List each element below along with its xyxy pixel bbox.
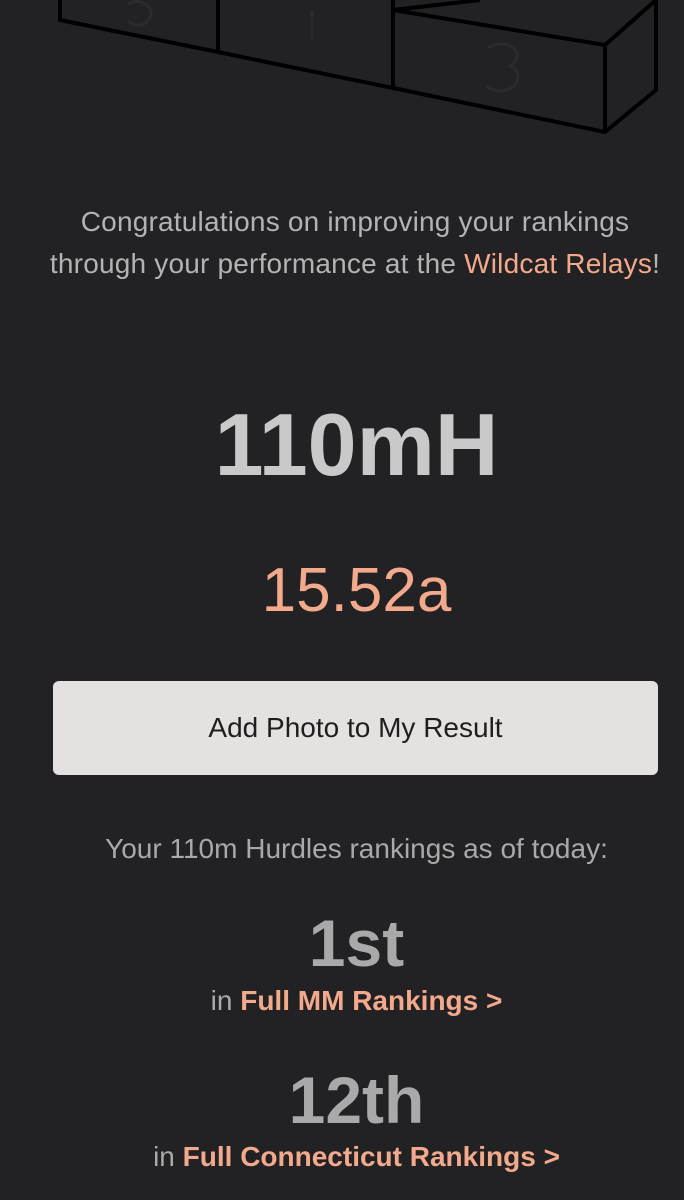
ranking-line-connecticut: in Full Connecticut Rankings > (0, 1139, 684, 1175)
add-photo-button[interactable]: Add Photo to My Result (53, 681, 658, 775)
congratulations-message: Congratulations on improving your rankin… (40, 201, 670, 285)
meet-name-link[interactable]: Wildcat Relays (464, 248, 652, 279)
result-mark: 15.52a (261, 556, 452, 625)
ranking-line-mm: in Full MM Rankings > (0, 983, 684, 1019)
podium-illustration (58, 0, 658, 134)
ranking-place-mm: 1st (308, 906, 405, 980)
add-photo-label: Add Photo to My Result (208, 712, 503, 743)
rankings-intro: Your 110m Hurdles rankings as of today: (105, 833, 608, 864)
congratulations-end: ! (652, 248, 661, 279)
full-mm-rankings-link[interactable]: Full MM Rankings > (240, 985, 502, 1016)
full-connecticut-rankings-link[interactable]: Full Connecticut Rankings > (183, 1141, 560, 1172)
ranking-prefix: in (153, 1141, 175, 1172)
ranking-prefix: in (210, 985, 233, 1016)
event-title: 110mH (214, 395, 499, 494)
ranking-place-connecticut: 12th (288, 1063, 425, 1137)
